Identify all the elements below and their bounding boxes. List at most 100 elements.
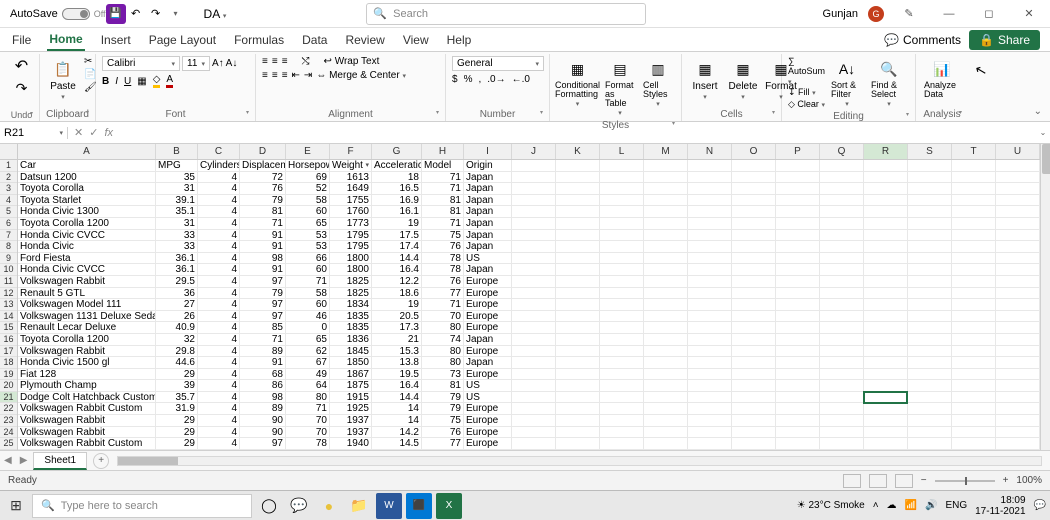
cell[interactable] <box>556 380 600 392</box>
cell[interactable]: 71 <box>240 218 286 230</box>
cell[interactable]: Europe <box>464 322 512 334</box>
cell[interactable]: Japan <box>464 195 512 207</box>
cell[interactable]: 89 <box>240 346 286 358</box>
cell[interactable]: Renault Lecar Deluxe <box>18 322 156 334</box>
cell[interactable] <box>996 276 1040 288</box>
cell[interactable]: 89 <box>240 403 286 415</box>
cell[interactable] <box>732 415 776 427</box>
cell[interactable] <box>952 322 996 334</box>
col-header-G[interactable]: G <box>372 144 422 159</box>
cell[interactable]: 14.5 <box>372 438 422 450</box>
row-header[interactable]: 1 <box>0 160 17 172</box>
cell[interactable] <box>864 369 908 381</box>
cell[interactable] <box>600 299 644 311</box>
currency-icon[interactable]: $ <box>452 74 458 85</box>
cell[interactable]: 67 <box>286 357 330 369</box>
row-header[interactable]: 15 <box>0 322 17 334</box>
col-header-U[interactable]: U <box>996 144 1040 159</box>
row-header[interactable]: 4 <box>0 195 17 207</box>
vscroll-thumb[interactable] <box>1042 144 1050 174</box>
cell[interactable]: 79 <box>240 195 286 207</box>
cell[interactable] <box>864 218 908 230</box>
autosave-toggle[interactable] <box>62 8 90 20</box>
cell[interactable] <box>952 380 996 392</box>
cell[interactable] <box>820 322 864 334</box>
cell[interactable]: 40.9 <box>156 322 198 334</box>
cell[interactable]: Japan <box>464 264 512 276</box>
save-icon[interactable]: 💾 <box>106 4 126 24</box>
cell[interactable] <box>952 357 996 369</box>
cell[interactable] <box>644 311 688 323</box>
cell[interactable] <box>996 357 1040 369</box>
cell[interactable] <box>952 241 996 253</box>
task-view-icon[interactable]: ◯ <box>256 493 282 519</box>
tab-data[interactable]: Data <box>300 30 329 50</box>
col-header-A[interactable]: A <box>18 144 156 159</box>
cell[interactable]: 71 <box>286 276 330 288</box>
cell[interactable] <box>556 276 600 288</box>
cell[interactable] <box>908 299 952 311</box>
cell[interactable] <box>600 218 644 230</box>
cell[interactable] <box>556 427 600 439</box>
cell[interactable] <box>952 438 996 450</box>
cell[interactable] <box>996 206 1040 218</box>
cell[interactable] <box>556 160 600 172</box>
cell[interactable] <box>732 380 776 392</box>
cell[interactable]: Honda Civic <box>18 241 156 253</box>
col-header-L[interactable]: L <box>600 144 644 159</box>
cell[interactable]: Acceleration <box>372 160 422 172</box>
cell[interactable] <box>556 172 600 184</box>
tab-insert[interactable]: Insert <box>99 30 133 50</box>
cell[interactable] <box>600 380 644 392</box>
add-sheet-button[interactable]: + <box>93 453 109 469</box>
cell[interactable]: 4 <box>198 346 240 358</box>
bold-button[interactable]: B <box>102 76 109 87</box>
cell[interactable]: 64 <box>286 380 330 392</box>
cell[interactable]: 78 <box>422 264 464 276</box>
cell[interactable]: Datsun 1200 <box>18 172 156 184</box>
cell[interactable]: 4 <box>198 299 240 311</box>
cell[interactable]: 1836 <box>330 334 372 346</box>
cell[interactable]: 91 <box>240 230 286 242</box>
cell[interactable] <box>600 369 644 381</box>
cell[interactable] <box>732 369 776 381</box>
align-middle-icon[interactable]: ≡ <box>272 56 278 67</box>
cell[interactable] <box>908 264 952 276</box>
col-header-I[interactable]: I <box>464 144 512 159</box>
tab-review[interactable]: Review <box>343 30 386 50</box>
cell[interactable]: 74 <box>422 334 464 346</box>
cell[interactable] <box>556 264 600 276</box>
cell[interactable] <box>996 346 1040 358</box>
cell[interactable] <box>688 206 732 218</box>
comma-icon[interactable]: , <box>478 74 481 85</box>
cut-icon[interactable]: ✂ <box>84 56 97 67</box>
cell[interactable] <box>556 322 600 334</box>
cell[interactable]: 39 <box>156 380 198 392</box>
cell[interactable] <box>688 403 732 415</box>
cell[interactable]: 35 <box>156 172 198 184</box>
cell[interactable]: 4 <box>198 183 240 195</box>
user-name[interactable]: Gunjan <box>823 8 858 20</box>
cell[interactable] <box>600 195 644 207</box>
cell[interactable] <box>644 438 688 450</box>
row-header[interactable]: 19 <box>0 369 17 381</box>
dec-decimal-icon[interactable]: ←.0 <box>512 74 530 85</box>
find-select-button[interactable]: 🔍Find & Select▾ <box>869 56 909 110</box>
cell[interactable] <box>512 230 556 242</box>
cell[interactable] <box>556 357 600 369</box>
cell[interactable] <box>644 230 688 242</box>
undo-icon[interactable]: ↶ <box>15 56 28 76</box>
cell[interactable]: Toyota Starlet <box>18 195 156 207</box>
cell[interactable] <box>864 160 908 172</box>
word-icon[interactable]: W <box>376 493 402 519</box>
hscroll-thumb[interactable] <box>118 457 178 465</box>
cell[interactable] <box>776 392 820 404</box>
cell[interactable] <box>688 183 732 195</box>
cell[interactable]: 36 <box>156 288 198 300</box>
cell[interactable]: 97 <box>240 311 286 323</box>
wifi-icon[interactable]: 📶 <box>905 500 917 511</box>
cell[interactable] <box>776 415 820 427</box>
row-header[interactable]: 6 <box>0 218 17 230</box>
cell[interactable] <box>512 380 556 392</box>
cell[interactable] <box>952 172 996 184</box>
